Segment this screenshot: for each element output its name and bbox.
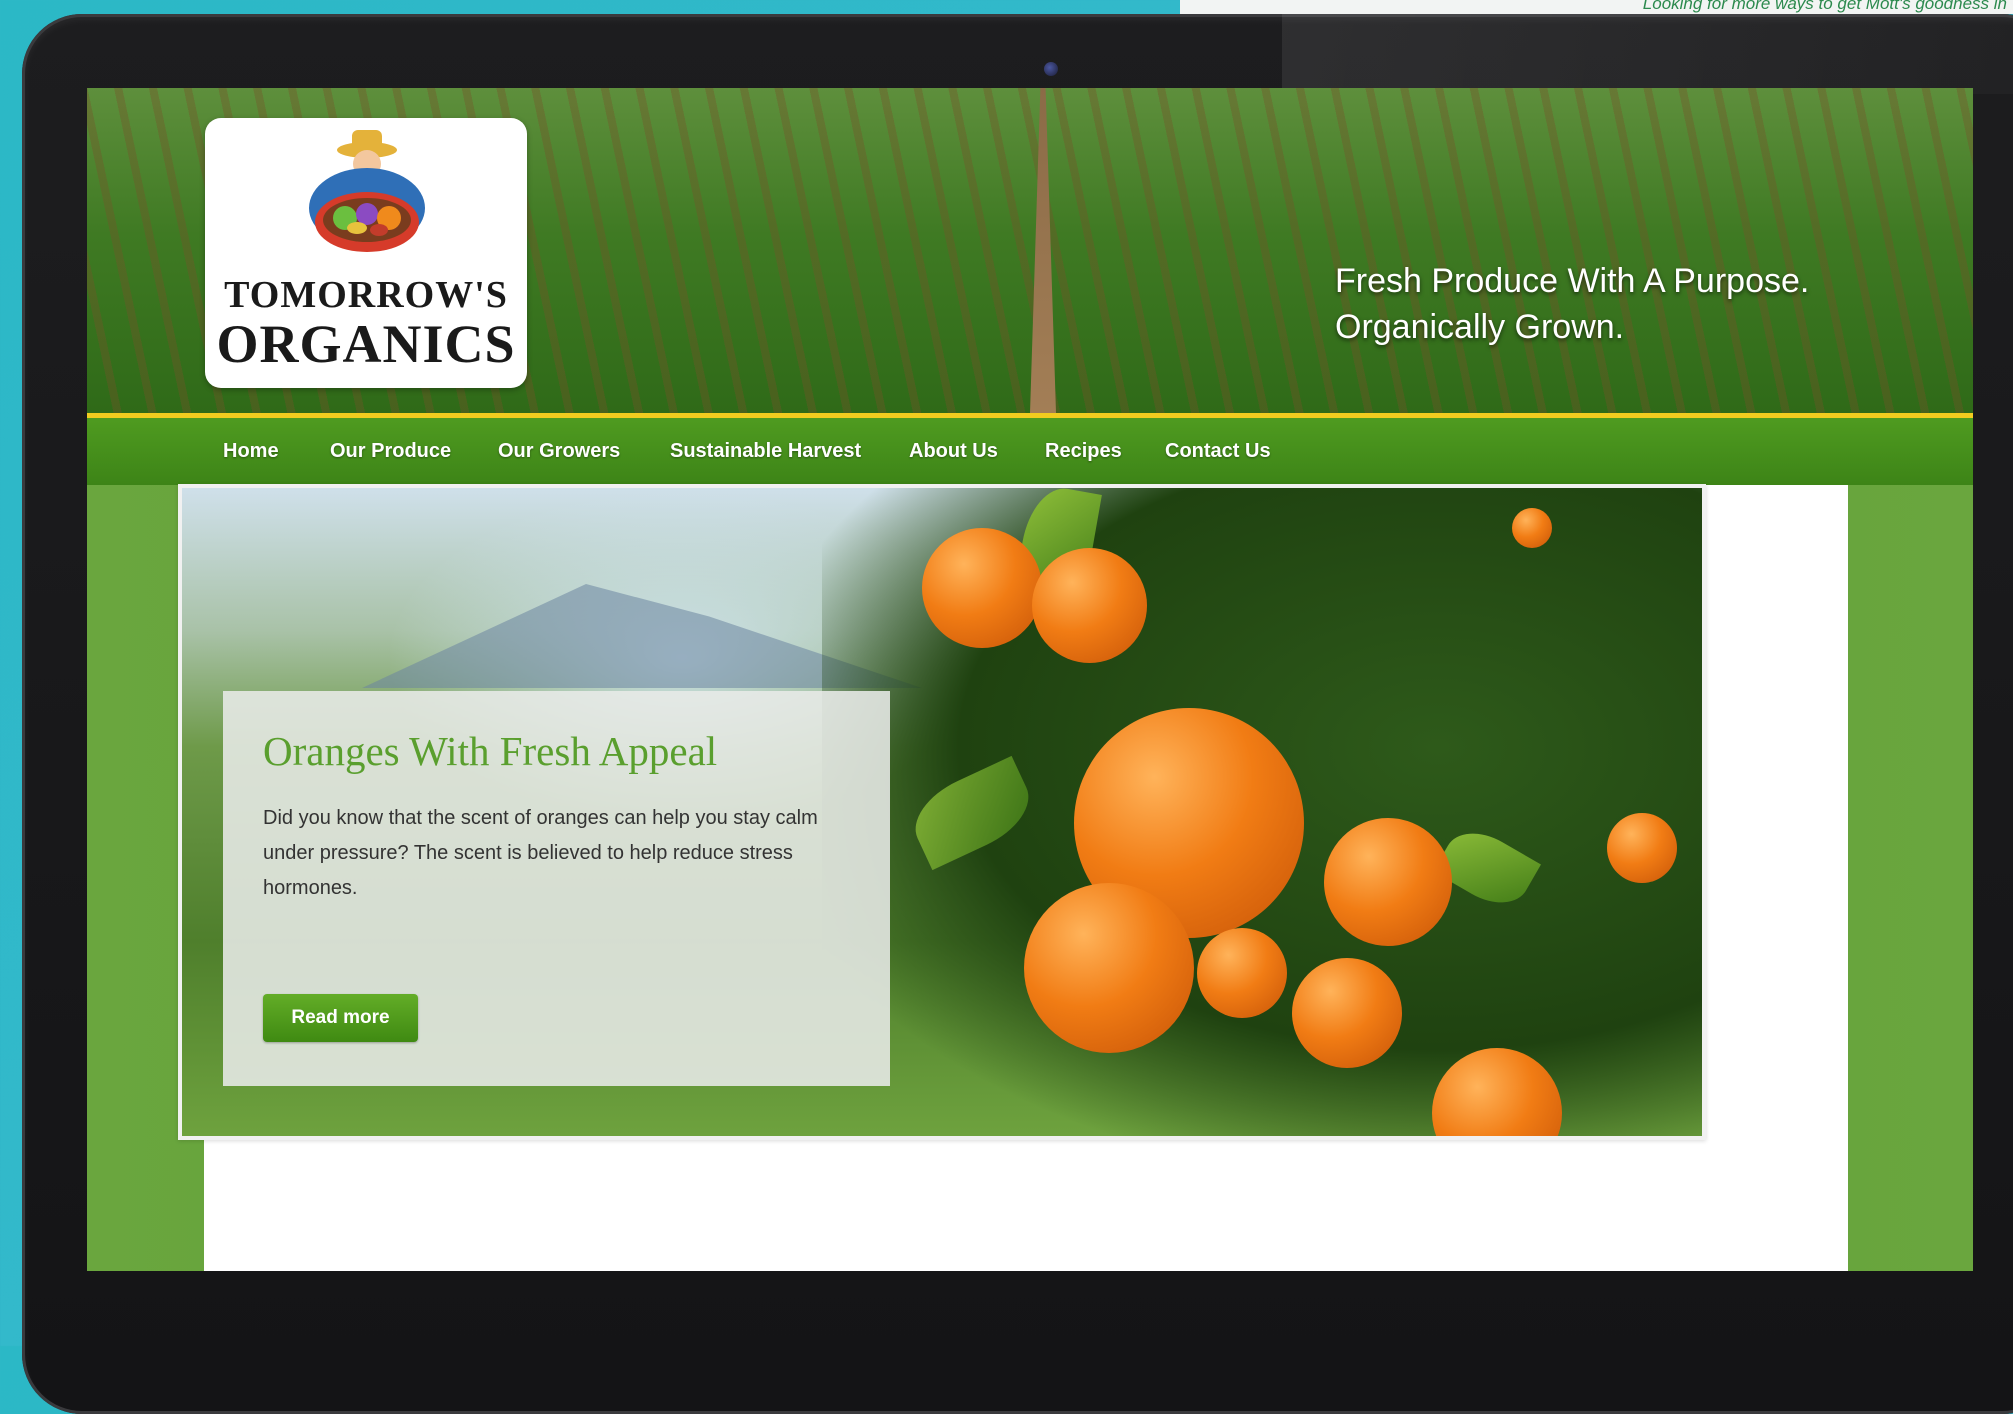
hero-description: Did you know that the scent of oranges c… <box>263 807 818 899</box>
logo-wordmark-bottom: ORGANICS <box>216 314 516 374</box>
nav-item-our-produce[interactable]: Our Produce <box>330 440 451 463</box>
read-more-button[interactable]: Read more <box>263 994 418 1042</box>
hero-orange <box>922 528 1042 648</box>
nav-item-sustainable-harvest[interactable]: Sustainable Harvest <box>670 440 861 463</box>
hero-orange <box>1324 818 1452 946</box>
hero-orange <box>1032 548 1147 663</box>
main-navigation: Home Our Produce Our Growers Sustainable… <box>87 413 1973 485</box>
header-tagline: Fresh Produce With A Purpose. Organicall… <box>1335 258 1875 350</box>
site-header: TOMORROW'S ORGANICS Fresh Produce With A… <box>87 88 1973 413</box>
site-logo[interactable]: TOMORROW'S ORGANICS <box>205 118 527 388</box>
background-page-strip: Looking for more ways to get Mott's good… <box>1180 0 2013 14</box>
tagline-line-2: Organically Grown. <box>1335 308 1625 346</box>
nav-item-about-us[interactable]: About Us <box>909 440 998 463</box>
hero-title: Oranges With Fresh Appeal <box>263 728 718 774</box>
farmer-basket-logo-icon <box>309 130 425 252</box>
hero-orange <box>1512 508 1552 548</box>
background-page-text: Looking for more ways to get Mott's good… <box>1642 0 2007 13</box>
nav-item-contact-us[interactable]: Contact Us <box>1165 440 1271 463</box>
nav-item-our-growers[interactable]: Our Growers <box>498 440 620 463</box>
field-row-decoration <box>1030 88 1056 413</box>
hero-caption-card: Oranges With Fresh Appeal Did you know t… <box>223 691 890 1086</box>
hero-orange <box>1607 813 1677 883</box>
hero-orange <box>1024 883 1194 1053</box>
logo-wordmark-top: TOMORROW'S <box>224 274 508 316</box>
nav-item-home[interactable]: Home <box>223 440 279 463</box>
tagline-line-1: Fresh Produce With A Purpose. <box>1335 262 1810 300</box>
hero-orange <box>1197 928 1287 1018</box>
hero-orange <box>1292 958 1402 1068</box>
nav-item-recipes[interactable]: Recipes <box>1045 440 1122 463</box>
camera-icon <box>1044 62 1058 76</box>
